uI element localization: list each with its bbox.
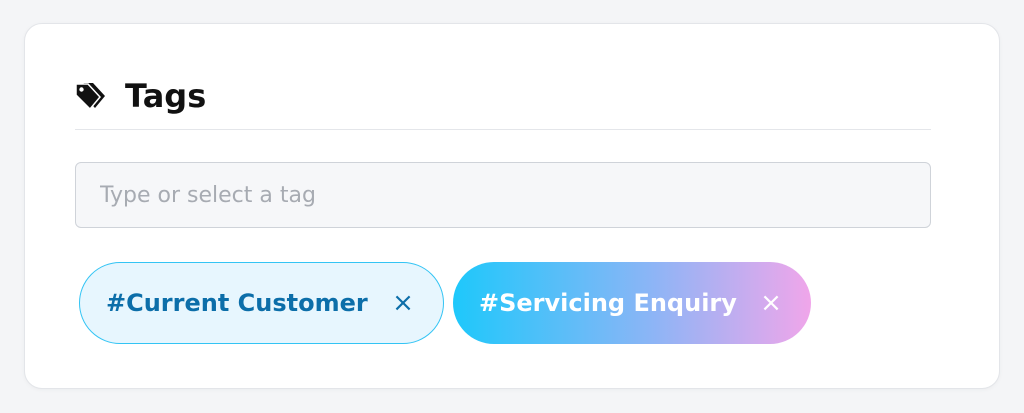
tag-chip-list: #Current Customer × #Servicing Enquiry ×	[79, 262, 811, 344]
tag-chip-servicing-enquiry[interactable]: #Servicing Enquiry ×	[453, 262, 811, 344]
tag-input[interactable]	[75, 162, 931, 228]
tags-header: Tags	[75, 76, 206, 116]
tag-chip-label: #Current Customer	[106, 289, 368, 317]
panel-title: Tags	[125, 77, 207, 115]
close-icon[interactable]: ×	[757, 290, 785, 316]
close-icon[interactable]: ×	[389, 290, 417, 316]
tags-icon	[75, 81, 109, 111]
header-divider	[75, 129, 931, 130]
tag-chip-label: #Servicing Enquiry	[479, 289, 737, 317]
tags-card: Tags #Current Customer × #Servicing Enqu…	[24, 23, 1000, 389]
tag-chip-current-customer[interactable]: #Current Customer ×	[79, 262, 444, 344]
